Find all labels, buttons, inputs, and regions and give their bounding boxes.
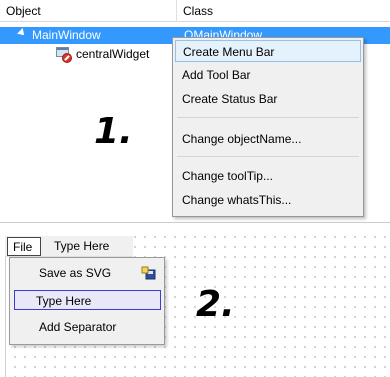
- menu-item-label: Add Tool Bar: [182, 68, 251, 82]
- menu-item-change-whatsthis[interactable]: Change whatsThis...: [175, 189, 361, 211]
- column-header-class[interactable]: Class: [183, 4, 213, 18]
- menu-item-add-tool-bar[interactable]: Add Tool Bar: [175, 64, 361, 86]
- menu-item-save-as-svg[interactable]: Save as SVG: [13, 262, 163, 284]
- column-header-object[interactable]: Object: [6, 4, 41, 18]
- menu-separator: [177, 117, 359, 118]
- menu-item-label: Create Menu Bar: [183, 45, 275, 59]
- step-1-annotation: 1.: [94, 111, 133, 152]
- menu-item-label: Change whatsThis...: [182, 193, 292, 207]
- save-svg-icon: [141, 266, 157, 280]
- context-menu: Create Menu Bar Add Tool Bar Create Stat…: [172, 37, 364, 217]
- expand-arrow-icon[interactable]: [17, 28, 27, 38]
- menu-item-label: Save as SVG: [39, 266, 112, 280]
- object-inspector: Object Class MainWindow QMainWindow cent…: [0, 0, 390, 222]
- column-divider[interactable]: [176, 0, 177, 22]
- menu-item-label: Add Separator: [39, 320, 117, 334]
- step-2-annotation: 2.: [196, 284, 235, 325]
- inspector-header: Object Class: [0, 0, 390, 22]
- form-menu-bar: File Type Here: [5, 236, 133, 257]
- menu-item-change-objectname[interactable]: Change objectName...: [175, 128, 361, 150]
- menu-item-change-tooltip[interactable]: Change toolTip...: [175, 165, 361, 187]
- menu-item-add-separator[interactable]: Add Separator: [13, 316, 163, 338]
- menu-type-here[interactable]: Type Here: [54, 239, 109, 253]
- menu-file[interactable]: File: [7, 237, 41, 256]
- widget-warning-icon: [56, 47, 72, 63]
- menu-item-create-status-bar[interactable]: Create Status Bar: [175, 88, 361, 110]
- menu-file-label: File: [13, 240, 33, 254]
- object-name: centralWidget: [76, 47, 150, 61]
- menu-item-create-menu-bar[interactable]: Create Menu Bar: [175, 40, 361, 62]
- menu-item-label: Create Status Bar: [182, 92, 278, 106]
- menu-item-label: Change toolTip...: [182, 169, 273, 183]
- section-divider: [0, 222, 390, 223]
- menu-separator: [177, 156, 359, 157]
- object-name: MainWindow: [32, 28, 101, 42]
- menu-item-type-here[interactable]: Type Here: [14, 290, 161, 310]
- file-dropdown-menu: Save as SVG Type Here Add Separator: [9, 257, 165, 345]
- menu-item-label: Change objectName...: [182, 132, 302, 146]
- menu-item-label: Type Here: [36, 294, 92, 308]
